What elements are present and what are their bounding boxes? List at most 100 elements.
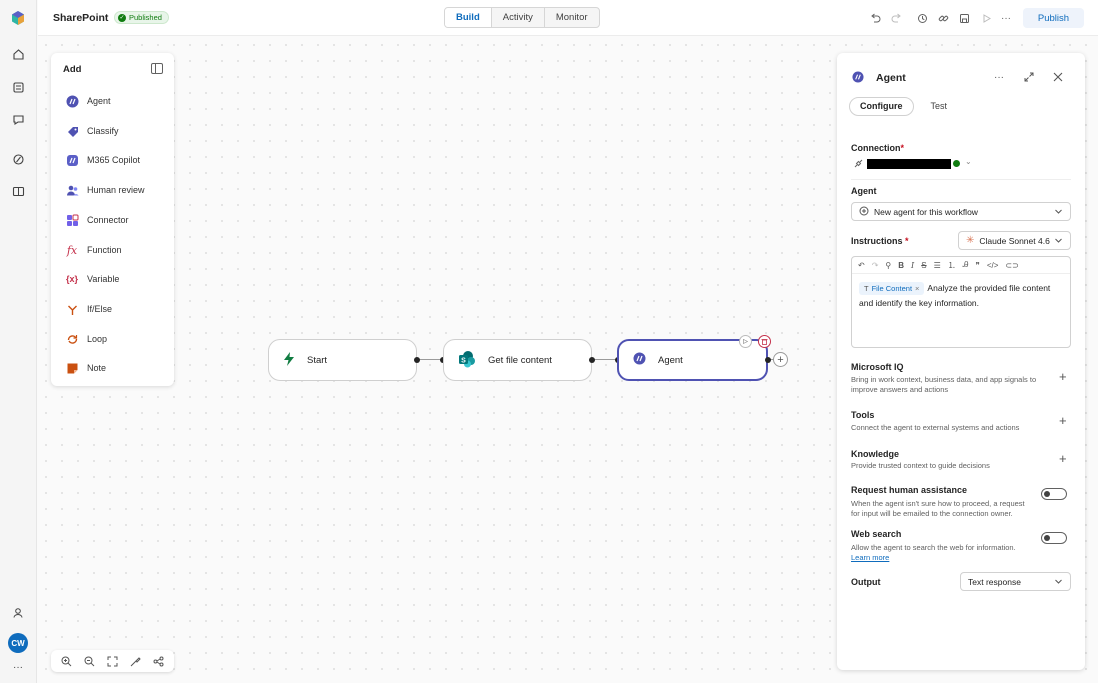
- connection-port[interactable]: [765, 357, 771, 363]
- add-item-label: Human review: [87, 185, 145, 195]
- link-icon[interactable]: ⊂⊃: [1005, 261, 1018, 270]
- avatar[interactable]: CW: [8, 633, 28, 653]
- agent-icon: [633, 352, 646, 368]
- add-item-m365-copilot[interactable]: M365 Copilot: [65, 152, 140, 168]
- tab-activity[interactable]: Activity: [492, 8, 545, 27]
- sharepoint-icon: S: [458, 350, 476, 371]
- instructions-editor[interactable]: ↶ ↷ ⚲ B I S ☰ ⒈ Ꭿ ❞ </> ⊂⊃ T File Conten…: [851, 256, 1071, 348]
- more-icon[interactable]: ···: [993, 71, 1005, 83]
- library-icon[interactable]: [9, 182, 27, 200]
- undo-icon[interactable]: ↶: [858, 261, 865, 270]
- connection-port[interactable]: [414, 357, 420, 363]
- bullet-list-icon[interactable]: ☰: [934, 261, 941, 270]
- agent-select[interactable]: New agent for this workflow: [851, 202, 1071, 221]
- copilot-studio-logo-icon[interactable]: [9, 9, 27, 27]
- add-item-label: Variable: [87, 274, 120, 284]
- agent-add-icon: [859, 206, 869, 218]
- learn-more-link[interactable]: Learn more: [851, 553, 889, 562]
- remove-chip-icon[interactable]: ×: [915, 281, 919, 296]
- history-icon[interactable]: [915, 11, 929, 25]
- flows-icon[interactable]: [9, 150, 27, 168]
- add-tool-button[interactable]: +: [1059, 413, 1067, 428]
- agent-icon: [852, 71, 864, 85]
- add-knowledge-button[interactable]: +: [1059, 451, 1067, 466]
- zoom-out-icon[interactable]: [84, 655, 96, 667]
- run-icon[interactable]: [979, 11, 993, 25]
- add-step-button[interactable]: +: [773, 352, 788, 367]
- close-icon[interactable]: [1052, 71, 1064, 83]
- add-item-variable[interactable]: {x} Variable: [65, 271, 119, 287]
- account-icon[interactable]: [9, 604, 27, 622]
- connection-port[interactable]: [589, 357, 595, 363]
- flow-node-get-file-content[interactable]: S Get file content: [443, 339, 592, 381]
- quote-icon[interactable]: ❞: [976, 261, 980, 270]
- zoom-in-icon[interactable]: [61, 655, 73, 667]
- delete-icon[interactable]: [758, 335, 771, 348]
- format-painter-icon[interactable]: ⚲: [885, 261, 891, 270]
- tab-configure[interactable]: Configure: [849, 97, 914, 116]
- chevron-down-icon[interactable]: ⌄: [965, 157, 972, 166]
- tab-build[interactable]: Build: [445, 8, 492, 27]
- tab-monitor[interactable]: Monitor: [545, 8, 599, 27]
- save-icon[interactable]: [957, 11, 971, 25]
- web-search-toggle[interactable]: [1041, 532, 1067, 544]
- add-item-connector[interactable]: Connector: [65, 212, 129, 228]
- tidy-icon[interactable]: [130, 655, 142, 667]
- add-item-if-else[interactable]: If/Else: [65, 301, 112, 317]
- note-icon: [65, 361, 79, 375]
- numbered-list-icon[interactable]: ⒈: [948, 260, 956, 271]
- flow-node-start[interactable]: Start: [268, 339, 417, 381]
- run-node-icon[interactable]: ▷: [739, 335, 752, 348]
- instructions-label-text: Instructions: [851, 236, 903, 246]
- check-icon: ✓: [118, 13, 126, 22]
- tab-test[interactable]: Test: [920, 97, 959, 116]
- view-tabs: Build Activity Monitor: [444, 7, 600, 28]
- spellcheck-icon[interactable]: Ꭿ: [963, 260, 969, 270]
- output-select[interactable]: Text response: [960, 572, 1071, 591]
- add-item-classify[interactable]: Classify: [65, 123, 119, 139]
- model-select[interactable]: ✳ Claude Sonnet 4.6: [958, 231, 1071, 250]
- add-item-human-review[interactable]: Human review: [65, 182, 145, 198]
- add-item-label: Note: [87, 363, 107, 373]
- add-microsoft-iq-button[interactable]: +: [1059, 369, 1067, 384]
- home-icon[interactable]: [9, 45, 27, 63]
- code-icon[interactable]: </>: [987, 261, 999, 270]
- chat-icon[interactable]: [9, 110, 27, 128]
- people-icon: [65, 183, 79, 197]
- file-content-chip[interactable]: T File Content ×: [859, 281, 925, 296]
- redo-icon[interactable]: [889, 11, 903, 25]
- undo-icon[interactable]: [868, 11, 882, 25]
- tools-title: Tools: [851, 410, 875, 420]
- add-item-label: M365 Copilot: [87, 155, 141, 165]
- catalog-icon[interactable]: [9, 78, 27, 96]
- more-icon[interactable]: ···: [9, 658, 27, 676]
- branch-icon: [65, 302, 79, 316]
- connection-name-redacted: [867, 159, 951, 169]
- strikethrough-icon[interactable]: S: [921, 261, 926, 270]
- claude-icon: ✳: [966, 235, 975, 246]
- more-icon[interactable]: ···: [999, 11, 1013, 25]
- chip-label: File Content: [871, 284, 913, 293]
- output-select-value: Text response: [968, 576, 1021, 587]
- expand-icon[interactable]: [1023, 71, 1035, 83]
- add-item-note[interactable]: Note: [65, 360, 106, 376]
- panel-toggle-icon[interactable]: [151, 63, 163, 74]
- web-search-title: Web search: [851, 529, 902, 539]
- agent-config-panel: Agent ··· Configure Test Connection* ⌄ A…: [837, 53, 1085, 670]
- add-item-function[interactable]: fx Function: [65, 242, 122, 258]
- publish-button[interactable]: Publish: [1023, 8, 1084, 28]
- connected-status-icon: [953, 160, 960, 167]
- add-item-agent[interactable]: Agent: [65, 93, 111, 109]
- italic-icon[interactable]: I: [911, 261, 914, 270]
- knowledge-desc: Provide trusted context to guide decisio…: [851, 461, 990, 470]
- bold-icon[interactable]: B: [898, 261, 904, 270]
- add-item-loop[interactable]: Loop: [65, 331, 107, 347]
- instructions-body[interactable]: T File Content × Analyze the provided fi…: [852, 274, 1070, 318]
- human-assistance-toggle[interactable]: [1041, 488, 1067, 500]
- redo-icon[interactable]: ↷: [872, 261, 879, 270]
- add-item-label: Connector: [87, 215, 129, 225]
- link-icon[interactable]: [936, 11, 950, 25]
- fit-view-icon[interactable]: [107, 655, 119, 667]
- connector-icon: [65, 213, 79, 227]
- share-icon[interactable]: [153, 655, 165, 667]
